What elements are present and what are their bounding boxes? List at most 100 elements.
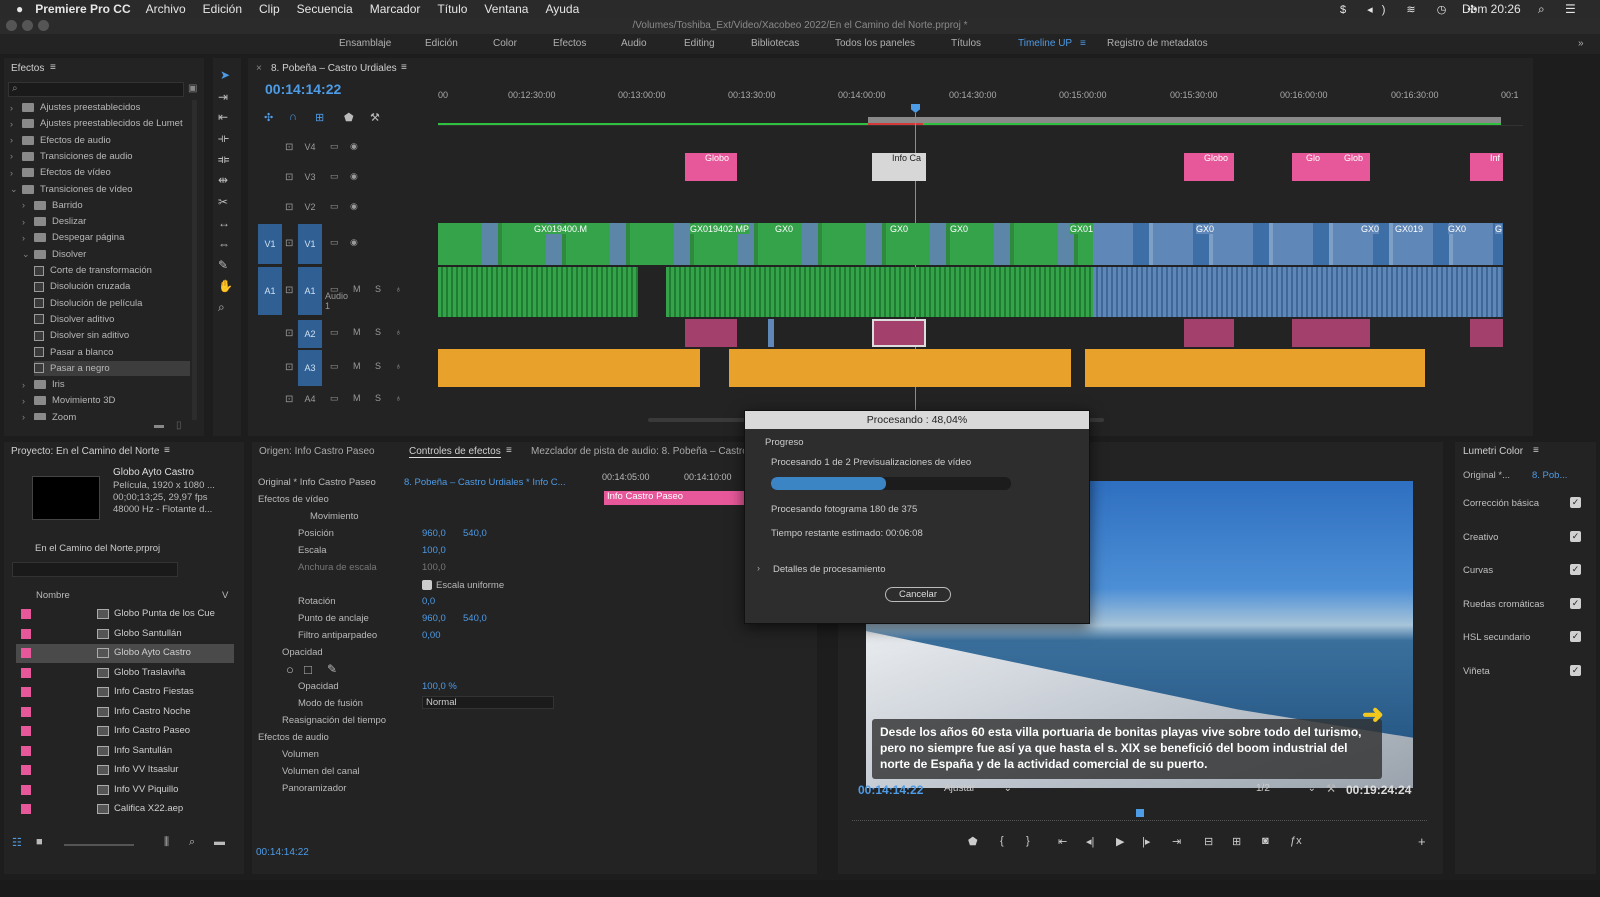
new-bin-icon[interactable]: ▣: [188, 83, 197, 94]
project-item[interactable]: Globo Ayto Castro: [16, 644, 234, 663]
menu-marcador[interactable]: Marcador: [370, 2, 421, 16]
volumen-canal-row[interactable]: Volumen del canal: [282, 766, 360, 777]
toggle-sync-icon[interactable]: ▭: [330, 171, 339, 182]
track-name-v1[interactable]: V1: [298, 224, 322, 264]
ws-audio[interactable]: Audio: [621, 38, 647, 49]
insert-nested-icon[interactable]: ⊞: [315, 111, 324, 124]
toggle-sync-icon[interactable]: ▭: [330, 393, 339, 404]
chevron-down-icon[interactable]: ⌄: [10, 184, 18, 195]
find-icon[interactable]: ⌕: [189, 836, 195, 849]
effects-preset[interactable]: Corte de transformación: [34, 263, 190, 278]
chevron-right-icon[interactable]: ›: [22, 217, 30, 227]
mute-icon[interactable]: M: [353, 361, 361, 371]
lumetri-master[interactable]: Original *...: [1463, 470, 1510, 481]
project-item[interactable]: Info Castro Fiestas: [16, 683, 234, 702]
clock[interactable]: Dom 20:26: [1462, 2, 1521, 16]
add-button-icon[interactable]: +: [1418, 834, 1426, 849]
effects-preset[interactable]: Disolver aditivo: [34, 312, 190, 327]
apple-icon[interactable]: ●: [16, 2, 23, 16]
lumetri-title[interactable]: Lumetri Color: [1463, 446, 1523, 457]
project-item[interactable]: Info VV Piquillo: [16, 781, 234, 800]
a1-audio-clips[interactable]: [438, 267, 638, 317]
lumetri-enable-checkbox[interactable]: ✓: [1570, 631, 1581, 642]
effects-folder[interactable]: ⌄ Disolver: [22, 247, 190, 262]
effects-scrollbar[interactable]: [192, 100, 197, 420]
trash-icon[interactable]: ▯: [176, 420, 182, 431]
zoom-icon[interactable]: ⌕: [218, 300, 225, 315]
lumetri-enable-checkbox[interactable]: ✓: [1570, 530, 1581, 542]
effects-folder[interactable]: › Ajustes preestablecidos: [10, 100, 190, 115]
eye-icon[interactable]: ◉: [350, 171, 358, 182]
fx-icon[interactable]: ƒx: [1290, 835, 1302, 847]
ws-timeline-up[interactable]: Timeline UP: [1018, 38, 1072, 49]
label-color-swatch[interactable]: [21, 784, 31, 795]
menu-clip[interactable]: Clip: [259, 2, 280, 16]
mark-out-icon[interactable]: }: [1026, 835, 1030, 847]
lumetri-enable-checkbox[interactable]: ✓: [1570, 497, 1581, 508]
lumetri-section[interactable]: Ruedas cromáticas ✓: [1463, 597, 1581, 610]
remap-row[interactable]: Reasignación del tiempo: [282, 715, 386, 726]
microphone-icon[interactable]: ♁: [395, 327, 402, 337]
v1-clips-blue[interactable]: [1093, 223, 1503, 265]
effects-preset[interactable]: Disolución cruzada: [34, 279, 190, 294]
slide-icon[interactable]: ⇔: [218, 237, 230, 251]
label-color-swatch[interactable]: [21, 667, 31, 678]
source-patch-a1[interactable]: A1: [258, 267, 282, 315]
lock-icon[interactable]: ⊡: [285, 362, 293, 373]
label-color-swatch[interactable]: [21, 687, 31, 697]
extract-icon[interactable]: ⊞: [1232, 835, 1241, 848]
project-item[interactable]: Info Santullán: [16, 742, 234, 761]
blend-mode-select[interactable]: Normal: [422, 696, 554, 709]
timeline-ruler[interactable]: 00 00:12:30:00 00:13:00:00 00:13:30:00 0…: [438, 86, 1523, 126]
lock-icon[interactable]: ⊡: [285, 202, 293, 213]
anclaje-y[interactable]: 540,0: [463, 613, 487, 624]
microphone-icon[interactable]: ♁: [395, 361, 402, 371]
panoramizador-row[interactable]: Panoramizador: [282, 783, 346, 794]
a3-music-clip[interactable]: [1085, 349, 1425, 387]
ws-todos[interactable]: Todos los paneles: [835, 38, 915, 49]
lumetri-section[interactable]: Curvas ✓: [1463, 564, 1581, 576]
timeline-timecode[interactable]: 00:14:14:22: [265, 81, 341, 97]
work-area-bar[interactable]: [868, 117, 1501, 123]
chevron-right-icon[interactable]: ›: [22, 380, 30, 390]
label-color-swatch[interactable]: [21, 648, 31, 658]
a1-audio-clips[interactable]: [1093, 267, 1503, 317]
program-timecode[interactable]: 00:14:14:22: [858, 783, 923, 797]
rect-mask-icon[interactable]: □: [304, 662, 312, 677]
escala-value[interactable]: 100,0: [422, 545, 446, 556]
posicion-x[interactable]: 960,0: [422, 528, 446, 539]
track-select-backward-icon[interactable]: ⇤: [218, 110, 228, 124]
lock-icon[interactable]: ⊡: [285, 394, 293, 405]
ws-edicion[interactable]: Edición: [425, 38, 458, 49]
toggle-sync-icon[interactable]: ▭: [330, 201, 339, 212]
ws-editing[interactable]: Editing: [684, 38, 715, 49]
solo-icon[interactable]: S: [375, 327, 381, 337]
a2-audio-clip[interactable]: [1184, 319, 1234, 347]
antiparpadeo-value[interactable]: 0,00: [422, 630, 441, 641]
chevron-right-icon[interactable]: ›: [22, 396, 30, 406]
track-name-v3[interactable]: V3: [304, 172, 316, 182]
solo-icon[interactable]: S: [375, 284, 381, 294]
project-title[interactable]: Proyecto: En el Camino del Norte: [11, 446, 159, 457]
toggle-sync-icon[interactable]: ▭: [330, 361, 339, 372]
lumetri-section[interactable]: Creativo ✓: [1463, 530, 1581, 543]
movimiento-row[interactable]: Movimiento: [310, 511, 359, 522]
track-select-forward-icon[interactable]: ⇥: [218, 90, 228, 104]
menu-titulo[interactable]: Título: [437, 2, 467, 16]
volumen-row[interactable]: Volumen: [282, 749, 319, 760]
project-item[interactable]: Info Castro Noche: [16, 703, 234, 722]
menu-archivo[interactable]: Archivo: [146, 2, 186, 16]
lock-icon[interactable]: ⊡: [285, 172, 293, 183]
source-patch-v1[interactable]: V1: [258, 224, 282, 264]
a3-music-clip[interactable]: [438, 349, 700, 387]
hand-icon[interactable]: ✋: [218, 279, 233, 293]
add-marker-icon[interactable]: ⬟: [344, 111, 354, 124]
mute-icon[interactable]: M: [353, 393, 361, 403]
lock-icon[interactable]: ⊡: [285, 238, 293, 249]
chevron-right-icon[interactable]: ›: [22, 200, 30, 210]
clip-globo[interactable]: Glob: [1330, 153, 1370, 181]
chevron-right-icon[interactable]: ›: [10, 135, 18, 145]
effects-preset[interactable]: Pasar a blanco: [34, 345, 190, 360]
zoom-window-button[interactable]: [38, 20, 49, 31]
rate-stretch-icon[interactable]: ⇹: [218, 173, 228, 187]
